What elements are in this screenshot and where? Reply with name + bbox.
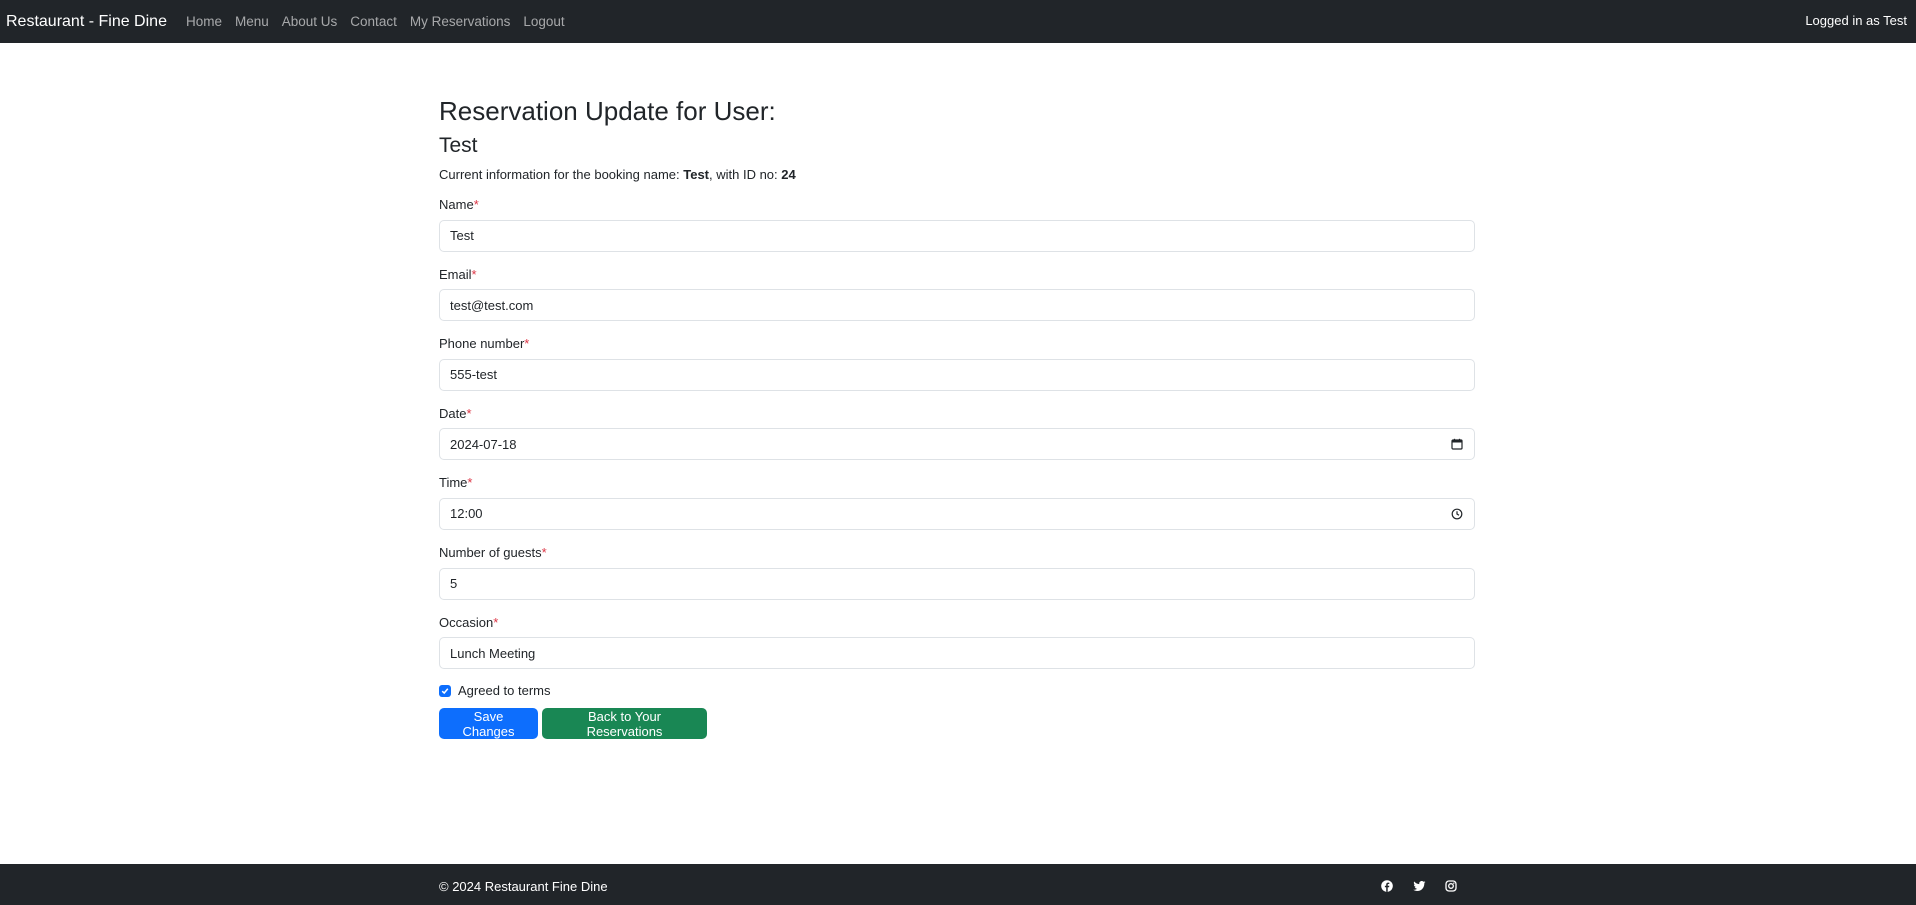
- required-mark: *: [524, 336, 530, 352]
- email-label-text: Email: [439, 266, 472, 282]
- booking-info-prefix: Current information for the booking name…: [439, 167, 684, 183]
- email-label: Email*: [439, 267, 1475, 283]
- guests-label-text: Number of guests: [439, 544, 542, 560]
- nav-link-menu[interactable]: Menu: [235, 14, 269, 29]
- back-to-reservations-button[interactable]: Back to Your Reservations: [542, 708, 707, 740]
- guests-label: Number of guests*: [439, 545, 1475, 561]
- guests-input[interactable]: 5: [439, 567, 1475, 600]
- date-input[interactable]: 2024-07-18: [439, 428, 1475, 461]
- checkmark-icon: [441, 687, 449, 694]
- required-mark: *: [467, 475, 473, 491]
- terms-label: Agreed to terms: [458, 683, 551, 699]
- name-label-text: Name: [439, 196, 474, 212]
- nav-link-my-reservations[interactable]: My Reservations: [410, 14, 511, 29]
- phone-input-value: 555-test: [450, 367, 497, 383]
- nav-links: Home Menu About Us Contact My Reservatio…: [186, 14, 578, 29]
- instagram-icon[interactable]: [1444, 879, 1458, 893]
- name-label: Name*: [439, 197, 1475, 213]
- name-input[interactable]: Test: [439, 219, 1475, 252]
- nav-link-logout[interactable]: Logout: [523, 14, 564, 29]
- time-input[interactable]: 12:00: [439, 497, 1475, 530]
- page-title: Reservation Update for User:: [439, 96, 776, 126]
- booking-info: Current information for the booking name…: [439, 167, 1475, 183]
- nav-link-about-us[interactable]: About Us: [282, 14, 338, 29]
- terms-row: Agreed to terms: [439, 683, 1475, 698]
- required-mark: *: [471, 266, 477, 282]
- logged-in-status: Logged in as Test: [1805, 13, 1907, 28]
- save-changes-button[interactable]: Save Changes: [439, 708, 538, 740]
- email-input-value: test@test.com: [450, 297, 534, 313]
- email-input[interactable]: test@test.com: [439, 289, 1475, 322]
- date-field-group: Date* 2024-07-18: [439, 406, 1475, 461]
- reservation-form: Name* Test Email* test@test.com Phone nu…: [439, 197, 1475, 740]
- occasion-label: Occasion*: [439, 615, 1475, 631]
- required-mark: *: [541, 544, 547, 560]
- occasion-input[interactable]: Lunch Meeting: [439, 637, 1475, 670]
- required-mark: *: [493, 614, 499, 630]
- phone-input[interactable]: 555-test: [439, 358, 1475, 391]
- booking-id: 24: [781, 167, 796, 183]
- phone-label-text: Phone number: [439, 336, 525, 352]
- required-mark: *: [466, 405, 472, 421]
- guests-input-value: 5: [450, 576, 458, 592]
- page-subtitle: Test: [439, 134, 478, 158]
- navbar: Restaurant - Fine Dine Home Menu About U…: [0, 0, 1916, 43]
- time-label-text: Time: [439, 475, 468, 491]
- facebook-icon[interactable]: [1380, 879, 1394, 893]
- calendar-icon[interactable]: [1450, 437, 1464, 451]
- name-field-group: Name* Test: [439, 197, 1475, 252]
- copyright-text: © 2024 Restaurant Fine Dine: [439, 879, 608, 894]
- date-input-value: 2024-07-18: [450, 436, 517, 452]
- twitter-icon[interactable]: [1412, 879, 1426, 893]
- social-links: [1380, 879, 1476, 893]
- phone-label: Phone number*: [439, 336, 1475, 352]
- form-actions: Save Changes Back to Your Reservations: [439, 708, 1475, 740]
- required-mark: *: [473, 196, 479, 212]
- email-field-group: Email* test@test.com: [439, 267, 1475, 322]
- time-field-group: Time* 12:00: [439, 475, 1475, 530]
- nav-link-home[interactable]: Home: [186, 14, 222, 29]
- guests-field-group: Number of guests* 5: [439, 545, 1475, 600]
- nav-link-contact[interactable]: Contact: [350, 14, 397, 29]
- occasion-field-group: Occasion* Lunch Meeting: [439, 615, 1475, 670]
- time-input-value: 12:00: [450, 506, 483, 522]
- booking-name: Test: [683, 167, 710, 183]
- date-label-text: Date: [439, 405, 467, 421]
- booking-info-mid: , with ID no:: [709, 167, 782, 183]
- time-label: Time*: [439, 475, 1475, 491]
- date-label: Date*: [439, 406, 1475, 422]
- name-input-value: Test: [450, 228, 474, 244]
- brand-link[interactable]: Restaurant - Fine Dine: [6, 13, 167, 31]
- phone-field-group: Phone number* 555-test: [439, 336, 1475, 391]
- occasion-label-text: Occasion: [439, 614, 494, 630]
- clock-icon[interactable]: [1450, 507, 1464, 521]
- reservation-update-section: Reservation Update for User: Test Curren…: [439, 90, 1475, 740]
- footer: © 2024 Restaurant Fine Dine: [0, 864, 1916, 905]
- occasion-input-value: Lunch Meeting: [450, 645, 536, 661]
- terms-checkbox[interactable]: [439, 684, 451, 697]
